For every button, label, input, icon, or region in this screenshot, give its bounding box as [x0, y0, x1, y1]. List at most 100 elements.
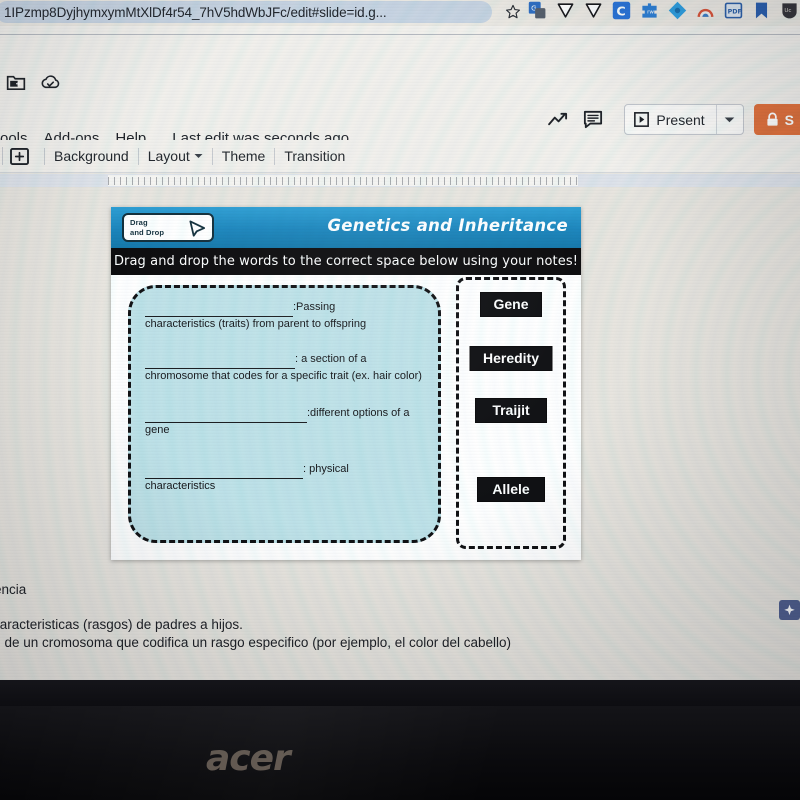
- ruler-ticks: [108, 177, 578, 185]
- lock-icon: [767, 112, 778, 126]
- svg-text:Uc: Uc: [784, 8, 791, 14]
- badge-line-1: Drag: [130, 218, 148, 227]
- slide-body: :Passing characteristics (traits) from p…: [111, 275, 581, 560]
- shield-outline-2-extension-icon[interactable]: [584, 1, 603, 20]
- present-button-group: Present: [624, 104, 744, 135]
- instruction-bar: Drag and drop the words to the correct s…: [111, 248, 581, 275]
- slide-banner: Drag and Drop Genetics and Inheritance: [111, 207, 581, 248]
- toolbar-divider: [211, 147, 213, 165]
- notes-line-2: tir caracteristicas (rasgos) de padres a…: [0, 617, 243, 632]
- mouse-cursor-icon: [189, 220, 206, 237]
- laptop-lid: [0, 706, 800, 800]
- share-button[interactable]: S: [753, 104, 800, 135]
- move-to-folder-icon[interactable]: [6, 74, 26, 91]
- notes-line-1: erencia: [0, 582, 27, 597]
- slide-canvas-area: Drag and Drop Genetics and Inheritance D…: [0, 187, 800, 680]
- definition-tail-1: characteristics (traits) from parent to …: [145, 317, 367, 330]
- transition-label: Transition: [284, 148, 346, 164]
- clever-extension-icon[interactable]: C: [612, 1, 631, 20]
- svg-text:PDF: PDF: [728, 9, 742, 16]
- word-chip-trait[interactable]: Traijit: [475, 398, 547, 423]
- slide-toolbar: Background Layout Theme Transition: [0, 140, 800, 173]
- browser-url-bar: 1IPzmp8DyjhymxymMtXlDf4r54_7hV5hdWbJFc/e…: [0, 0, 800, 26]
- layout-label: Layout: [147, 148, 190, 164]
- word-chip-heredity[interactable]: Heredity: [469, 346, 553, 371]
- definition-tail-2: chromosome that codes for a specific tra…: [145, 369, 422, 382]
- word-bank: Gene Heredity Traijit Allele: [456, 277, 566, 549]
- definition-lead-4: : physical: [303, 463, 349, 475]
- rainbow-extension-icon[interactable]: [696, 1, 715, 20]
- url-text: 1IPzmp8DyjhymxymMtXlDf4r54_7hV5hdWbJFc/e…: [4, 4, 387, 20]
- sparkle-badge-icon[interactable]: [779, 600, 800, 620]
- definitions-drop-zone[interactable]: :Passing characteristics (traits) from p…: [128, 285, 441, 543]
- definition-lead-1: :Passing: [293, 301, 336, 313]
- layout-button[interactable]: Layout: [148, 148, 203, 164]
- comment-box-icon[interactable]: [576, 105, 610, 135]
- shield-outline-extension-icon[interactable]: [556, 1, 575, 20]
- word-chip-allele[interactable]: Allele: [477, 477, 545, 502]
- chevron-down-icon: [194, 154, 203, 158]
- puzzle-extension-icon[interactable]: rw: [640, 1, 659, 20]
- badge-line-2: and Drop: [130, 227, 165, 237]
- drag-and-drop-badge: Drag and Drop: [122, 213, 214, 242]
- word-chip-gene[interactable]: Gene: [480, 292, 542, 317]
- laptop-photo: 1IPzmp8DyjhymxymMtXlDf4r54_7hV5hdWbJFc/e…: [0, 0, 800, 800]
- bookmark-star-icon[interactable]: [504, 3, 522, 21]
- svg-text:C: C: [616, 3, 625, 18]
- svg-text:rw: rw: [647, 10, 654, 16]
- theme-label: Theme: [221, 148, 266, 164]
- definition-lead-2: : a section of a: [295, 353, 367, 365]
- slides-app-header: ools Add-ons Help Last edit was seconds …: [0, 26, 800, 147]
- bookmark-blue-extension-icon[interactable]: [752, 1, 771, 20]
- transition-button[interactable]: Transition: [284, 148, 345, 164]
- definition-row: :different options of a: [145, 406, 425, 423]
- background-button[interactable]: Background: [54, 148, 129, 164]
- present-button[interactable]: Present: [625, 105, 715, 134]
- cloud-saved-icon[interactable]: [40, 74, 61, 91]
- definition-item: :different options of a gene: [145, 406, 425, 438]
- answer-blank-1[interactable]: [145, 300, 293, 317]
- pdf-extension-icon[interactable]: PDF: [724, 1, 743, 20]
- drag-and-drop-badge-text: Drag and Drop: [130, 218, 164, 237]
- definitions-list: :Passing characteristics (traits) from p…: [131, 288, 438, 540]
- definition-item: :Passing characteristics (traits) from p…: [145, 300, 425, 332]
- share-label: S: [784, 111, 794, 128]
- answer-blank-2[interactable]: [145, 352, 295, 369]
- header-actions: Present S: [542, 104, 800, 135]
- definition-item: : physical characteristics: [145, 462, 425, 494]
- toolbar-divider: [137, 147, 139, 165]
- definition-tail-4: characteristics: [145, 479, 216, 492]
- definition-row: : a section of a: [145, 352, 425, 369]
- slide-title: Genetics and Inheritance: [327, 216, 568, 235]
- instruction-text: Drag and drop the words to the correct s…: [113, 254, 579, 269]
- theme-button[interactable]: Theme: [222, 148, 266, 164]
- chevron-down-icon: [724, 117, 735, 122]
- present-play-icon: [634, 112, 650, 127]
- laptop-bezel: [0, 680, 800, 706]
- definition-tail-3: gene: [145, 423, 170, 436]
- answer-blank-4[interactable]: [145, 462, 303, 479]
- dark-badge-extension-icon[interactable]: Uc: [780, 1, 799, 20]
- present-label: Present: [656, 111, 705, 128]
- speaker-notes[interactable]: erencia tir caracteristicas (rasgos) de …: [0, 582, 800, 650]
- acer-brand-logo: acer: [206, 738, 291, 779]
- header-divider: [0, 34, 800, 35]
- toolbar-divider: [44, 147, 45, 165]
- slide-editor[interactable]: Drag and Drop Genetics and Inheritance D…: [111, 207, 581, 560]
- present-dropdown-toggle[interactable]: [715, 105, 743, 134]
- new-slide-plus-icon[interactable]: [3, 145, 35, 167]
- blue-diamond-extension-icon[interactable]: [668, 1, 687, 20]
- definition-row: :Passing: [145, 300, 425, 317]
- doc-status-icons: [6, 74, 61, 91]
- definition-row: : physical: [145, 462, 425, 479]
- address-bar[interactable]: 1IPzmp8DyjhymxymMtXlDf4r54_7hV5hdWbJFc/e…: [0, 1, 492, 23]
- definition-item: : a section of a chromosome that codes f…: [145, 352, 425, 384]
- answer-blank-3[interactable]: [145, 406, 307, 423]
- laptop-screen: 1IPzmp8DyjhymxymMtXlDf4r54_7hV5hdWbJFc/e…: [0, 0, 800, 680]
- google-translate-extension-icon[interactable]: G: [528, 1, 547, 20]
- background-label: Background: [54, 148, 129, 164]
- extensions-tray: G C rw PDF Uc: [528, 1, 799, 20]
- notes-line-3: ción de un cromosoma que codifica un ras…: [0, 635, 512, 650]
- definition-lead-3: :different options of a: [307, 407, 410, 419]
- activity-trend-icon[interactable]: [542, 105, 576, 135]
